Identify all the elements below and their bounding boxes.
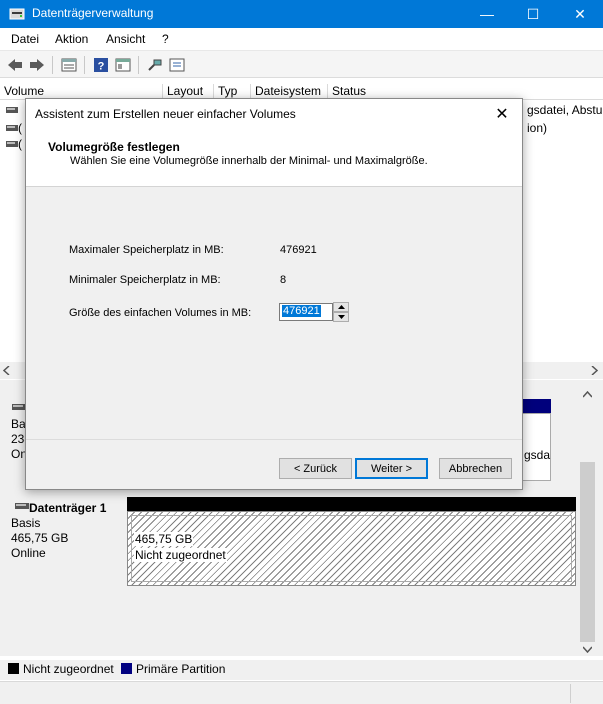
disk1-type: Basis bbox=[11, 516, 41, 530]
volume-size-selected-text: 476921 bbox=[282, 305, 321, 317]
dialog-title: Assistent zum Erstellen neuer einfacher … bbox=[35, 107, 296, 121]
wizard-heading: Volumegröße festlegen bbox=[48, 140, 180, 154]
back-arrow-icon[interactable] bbox=[6, 56, 24, 74]
toolbar-separator bbox=[52, 56, 53, 74]
disk0-partition-partial-text: gsda bbox=[524, 448, 551, 462]
forward-arrow-icon[interactable] bbox=[28, 56, 46, 74]
volume-icon bbox=[6, 141, 18, 147]
disk1-status: Online bbox=[11, 546, 46, 560]
disk-icon bbox=[15, 503, 29, 509]
menu-aktion[interactable]: Aktion bbox=[55, 32, 88, 46]
cancel-button[interactable]: Abbrechen bbox=[439, 458, 512, 479]
spin-up-button[interactable] bbox=[333, 302, 349, 312]
legend-swatch-unallocated bbox=[8, 663, 19, 674]
svg-text:?: ? bbox=[98, 61, 105, 73]
volume-size-label: Größe des einfachen Volumes in MB: bbox=[69, 307, 252, 319]
scroll-right-icon[interactable] bbox=[590, 366, 598, 375]
close-button[interactable]: ✕ bbox=[557, 0, 603, 28]
vertical-scroll-thumb[interactable] bbox=[580, 462, 595, 642]
legend-label-unallocated: Nicht zugeordnet bbox=[23, 662, 114, 676]
min-size-label: Minimaler Speicherplatz in MB: bbox=[69, 274, 221, 286]
help-icon[interactable]: ? bbox=[92, 56, 110, 74]
disk1-unallocated-header bbox=[127, 497, 576, 511]
spin-up-icon bbox=[337, 305, 345, 309]
wizard-header: Volumegröße festlegen Wählen Sie eine Vo… bbox=[26, 129, 522, 187]
volume-size-input[interactable]: 476921 bbox=[279, 303, 333, 321]
spin-down-button[interactable] bbox=[333, 312, 349, 322]
partition-size: 465,75 GB bbox=[134, 532, 194, 546]
new-simple-volume-wizard: Assistent zum Erstellen neuer einfacher … bbox=[25, 98, 523, 490]
window-titlebar: Datenträgerverwaltung — ☐ ✕ bbox=[0, 0, 603, 28]
properties-icon[interactable] bbox=[114, 56, 132, 74]
next-button[interactable]: Weiter > bbox=[355, 458, 428, 479]
dialog-close-button[interactable]: ✕ bbox=[488, 101, 516, 127]
scroll-down-icon[interactable] bbox=[583, 645, 592, 653]
scroll-up-icon[interactable] bbox=[583, 391, 592, 399]
menu-help[interactable]: ? bbox=[162, 32, 169, 46]
max-size-value: 476921 bbox=[280, 244, 317, 256]
volume-row-partial-text: ( bbox=[18, 121, 22, 135]
legend-swatch-primary bbox=[121, 663, 132, 674]
legend: Nicht zugeordnet Primäre Partition bbox=[0, 660, 603, 680]
volume-status-partial: ion) bbox=[527, 121, 548, 135]
toolbar-separator bbox=[84, 56, 85, 74]
settings-list-icon[interactable] bbox=[168, 56, 186, 74]
disk0-partition-header bbox=[521, 399, 551, 413]
volume-row-partial-text: ( bbox=[18, 137, 22, 151]
disk1-unallocated-partition[interactable]: 465,75 GB Nicht zugeordnet bbox=[127, 511, 576, 586]
disk1-info-panel[interactable]: Datenträger 1 Basis 465,75 GB Online bbox=[3, 494, 125, 580]
wizard-subheading: Wählen Sie eine Volumegröße innerhalb de… bbox=[70, 155, 428, 167]
menu-bar: Datei Aktion Ansicht ? bbox=[0, 28, 603, 50]
menu-ansicht[interactable]: Ansicht bbox=[106, 32, 145, 46]
disk1-size: 465,75 GB bbox=[11, 531, 69, 545]
maximize-button[interactable]: ☐ bbox=[510, 0, 556, 28]
minimize-button[interactable]: — bbox=[464, 0, 510, 28]
scroll-left-icon[interactable] bbox=[3, 366, 11, 375]
window-title: Datenträgerverwaltung bbox=[32, 6, 154, 20]
dialog-titlebar: Assistent zum Erstellen neuer einfacher … bbox=[26, 99, 522, 129]
volume-size-spinner bbox=[333, 302, 349, 322]
partition-status: Nicht zugeordnet bbox=[134, 548, 227, 562]
min-size-value: 8 bbox=[280, 274, 287, 286]
max-size-label: Maximaler Speicherplatz in MB: bbox=[69, 244, 224, 256]
disk1-name: Datenträger 1 bbox=[29, 501, 107, 515]
toolbar-separator bbox=[138, 56, 139, 74]
dialog-divider bbox=[26, 439, 522, 440]
volume-status-partial: gsdatei, Abstu bbox=[527, 103, 603, 117]
legend-label-primary: Primäre Partition bbox=[136, 662, 226, 676]
connect-icon[interactable] bbox=[146, 56, 164, 74]
status-bar bbox=[0, 681, 603, 704]
disk0-partition[interactable]: gsda bbox=[521, 413, 551, 481]
back-button[interactable]: < Zurück bbox=[279, 458, 352, 479]
volume-icon bbox=[6, 107, 18, 113]
status-divider bbox=[570, 684, 571, 703]
menu-datei[interactable]: Datei bbox=[11, 32, 39, 46]
volume-icon bbox=[6, 125, 18, 131]
spin-down-icon bbox=[337, 315, 345, 319]
disk-icon bbox=[12, 404, 26, 410]
toolbar: ? bbox=[0, 50, 603, 78]
disk-list-icon[interactable] bbox=[60, 56, 78, 74]
disk-management-app-icon bbox=[9, 8, 25, 20]
